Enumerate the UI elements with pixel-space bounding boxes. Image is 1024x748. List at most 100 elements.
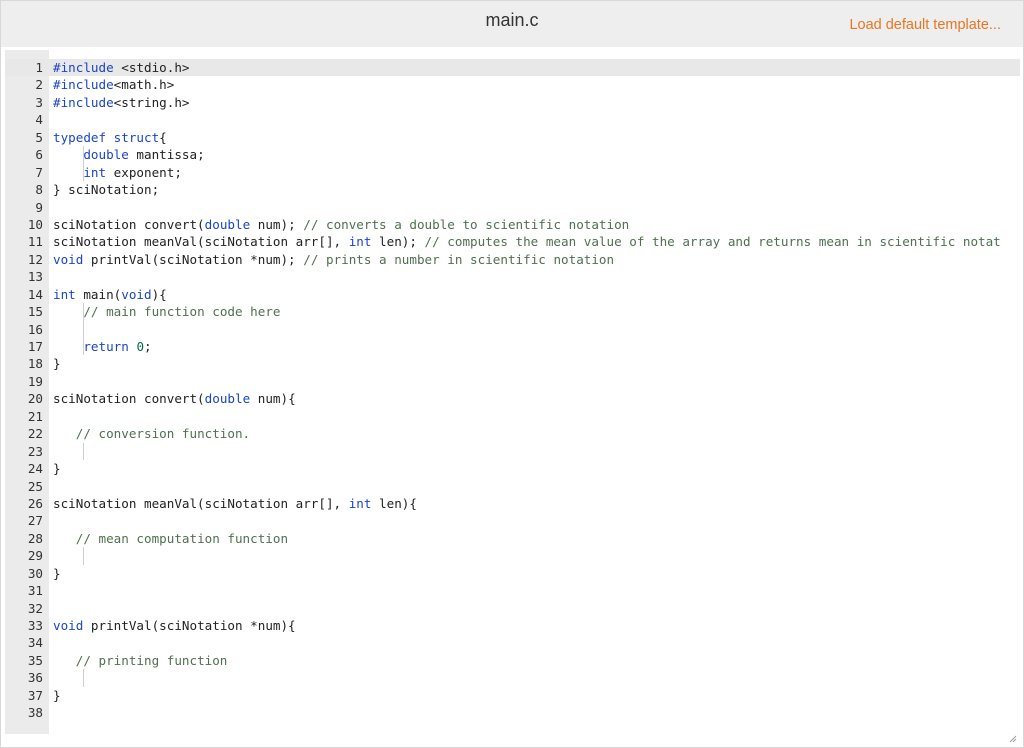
line-number: 38 — [27, 705, 43, 721]
code-token: <math.h> — [113, 77, 175, 93]
keyword-token: int — [53, 286, 76, 302]
keyword-token: int — [348, 495, 372, 511]
editor-header: main.c Load default template... — [1, 1, 1023, 47]
code-line[interactable]: 5 typedef struct{ — [5, 129, 1020, 146]
line-number: 33 — [27, 618, 43, 633]
code-line[interactable]: 3 #include<string.h> — [5, 94, 1020, 111]
code-text: #include<math.h> — [53, 76, 174, 93]
code-text: sciNotation meanVal(sciNotation arr[], i… — [53, 495, 417, 512]
line-number: 3 — [35, 94, 43, 110]
code-line[interactable]: 2 #include<math.h> — [5, 76, 1020, 93]
code-line[interactable]: 20 sciNotation convert(double num){ — [5, 390, 1020, 407]
code-text: sciNotation convert(double num){ — [53, 390, 296, 407]
code-text: // main function code here — [53, 303, 280, 320]
code-line[interactable]: 27 — [5, 512, 1020, 529]
code-line[interactable]: 10 sciNotation convert(double num); // co… — [5, 216, 1020, 233]
code-line[interactable]: 21 — [5, 408, 1020, 425]
code-line[interactable]: 19 — [5, 373, 1020, 390]
code-line[interactable]: 37} — [5, 687, 1020, 704]
code-line[interactable]: 33 void printVal(sciNotation *num){ — [5, 617, 1020, 634]
code-text: #include<string.h> — [53, 94, 190, 111]
code-line[interactable]: 31 — [5, 582, 1020, 599]
code-line[interactable]: 28 // mean computation function — [5, 530, 1020, 547]
line-number: 36 — [27, 670, 43, 686]
keyword-token: int — [83, 164, 107, 180]
line-number: 19 — [27, 373, 43, 389]
keyword-token: typedef struct — [53, 129, 160, 145]
code-line[interactable]: 18} — [5, 355, 1020, 372]
code-line[interactable]: 34 — [5, 634, 1020, 651]
code-line[interactable]: 14 int main(void){ — [5, 286, 1020, 303]
code-line[interactable]: 16 — [5, 320, 1020, 338]
code-text: } — [53, 355, 61, 372]
code-token: printVal(sciNotation *num){ — [83, 618, 296, 633]
code-token: <stdio.h> — [113, 60, 190, 75]
code-text: return 0; — [53, 338, 151, 355]
code-line[interactable]: 36 — [5, 669, 1020, 687]
line-number: 4 — [35, 112, 43, 128]
number-token: 0 — [136, 339, 145, 354]
resize-grip-icon[interactable] — [1009, 735, 1017, 743]
code-line[interactable]: 35 // printing function — [5, 652, 1020, 669]
keyword-token: #include — [53, 77, 114, 93]
code-line[interactable]: 23 — [5, 442, 1020, 461]
code-editor[interactable]: 1 #include <stdio.h> 2 #include<math.h> 3 #in… — [5, 50, 1020, 734]
line-number: 1 — [35, 60, 43, 75]
code-line[interactable]: 30} — [5, 565, 1020, 582]
code-line[interactable]: 8} sciNotation; — [5, 181, 1020, 198]
code-token: len); — [371, 234, 425, 250]
code-line[interactable]: 11 sciNotation meanVal(sciNotation arr[],… — [5, 233, 1020, 250]
code-line[interactable]: 26 sciNotation meanVal(sciNotation arr[],… — [5, 495, 1020, 512]
code-token: { — [159, 129, 167, 145]
code-line[interactable]: 6 double mantissa; — [5, 146, 1020, 164]
keyword-token: #include — [53, 60, 114, 75]
code-line[interactable]: 22 // conversion function. — [5, 425, 1020, 442]
load-default-template-link[interactable]: Load default template... — [849, 17, 1001, 33]
keyword-token: void — [53, 618, 84, 633]
code-text: sciNotation convert(double num); // conv… — [53, 216, 629, 233]
code-text: #include <stdio.h> — [53, 59, 190, 76]
line-number: 13 — [27, 269, 43, 285]
code-line[interactable]: 9 — [5, 199, 1020, 216]
code-token: printVal(sciNotation *num); — [83, 251, 304, 267]
code-text: int main(void){ — [53, 286, 167, 303]
line-number: 24 — [27, 461, 43, 477]
comment-token: // mean computation function — [75, 530, 289, 546]
code-line[interactable]: 15 // main function code here — [5, 303, 1020, 321]
code-line[interactable]: 12 void printVal(sciNotation *num); // pr… — [5, 251, 1020, 268]
comment-token: // printing function — [75, 652, 228, 668]
code-line[interactable]: 7 int exponent; — [5, 163, 1020, 182]
code-token: } — [53, 356, 61, 372]
code-line[interactable]: 24} — [5, 460, 1020, 477]
code-line[interactable]: 1 #include <stdio.h> — [5, 59, 1020, 77]
line-number: 28 — [27, 530, 43, 546]
line-number: 21 — [27, 408, 43, 424]
line-number: 5 — [35, 129, 43, 145]
code-token: } — [53, 461, 61, 477]
line-number: 18 — [27, 356, 43, 372]
code-text: double mantissa; — [53, 146, 204, 163]
code-token: ){ — [151, 286, 167, 302]
keyword-token: double — [83, 147, 129, 163]
keyword-token: #include — [53, 94, 114, 110]
line-number: 12 — [27, 251, 43, 267]
code-line[interactable]: 4 — [5, 111, 1020, 128]
line-number: 17 — [27, 339, 43, 354]
code-text: // conversion function. — [53, 425, 250, 442]
code-token: main( — [75, 286, 122, 302]
comment-token: // conversion function. — [75, 426, 251, 442]
code-line[interactable]: 38 — [5, 704, 1020, 721]
line-number: 25 — [27, 478, 43, 494]
code-line[interactable]: 32 — [5, 600, 1020, 617]
line-number: 29 — [27, 548, 43, 564]
code-line[interactable]: 29 — [5, 547, 1020, 565]
code-line[interactable]: 17 return 0; — [5, 338, 1020, 356]
code-line[interactable]: 13 — [5, 268, 1020, 285]
code-token: exponent; — [106, 164, 182, 180]
code-line[interactable]: 25 — [5, 478, 1020, 495]
